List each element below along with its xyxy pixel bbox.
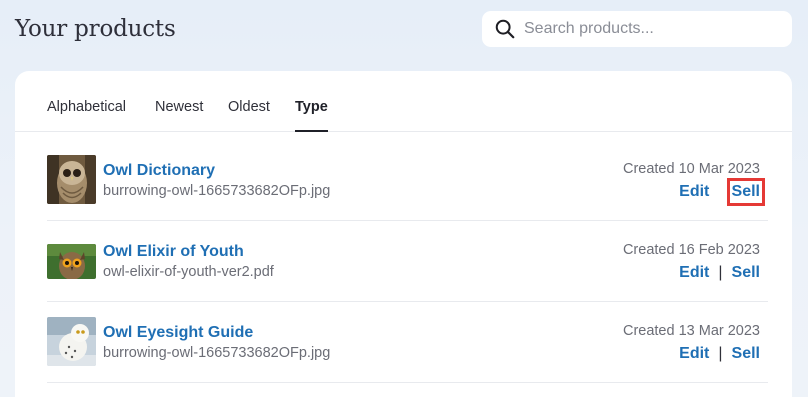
active-tab-indicator [295,130,328,132]
tab-newest[interactable]: Newest [155,99,203,115]
created-date: Created 10 Mar 2023 [622,161,760,177]
product-title-link[interactable]: Owl Eyesight Guide [103,324,253,342]
action-separator: | [718,264,723,281]
product-title-link[interactable]: Owl Dictionary [103,162,215,180]
sell-link[interactable]: Sell [732,345,760,363]
product-thumbnail [47,155,96,204]
sell-link[interactable]: Sell [732,264,760,282]
created-date: Created 13 Mar 2023 [622,323,760,339]
sell-link[interactable]: Sell [726,178,766,206]
edit-link[interactable]: Edit [679,183,709,201]
tab-alphabetical[interactable]: Alphabetical [47,99,126,115]
tab-type[interactable]: Type [295,99,328,115]
product-row: Owl Dictionary burrowing-owl-1665733682O… [47,140,768,221]
tab-oldest[interactable]: Oldest [228,99,270,115]
edit-link[interactable]: Edit [679,345,709,363]
search-bar[interactable] [482,11,792,47]
product-thumbnail [47,317,96,366]
sort-tabs: Alphabetical Newest Oldest Type [15,71,792,132]
product-title-link[interactable]: Owl Elixir of Youth [103,243,244,261]
page-title: Your products [15,16,176,42]
product-filename: burrowing-owl-1665733682OFp.jpg [103,345,331,361]
edit-link[interactable]: Edit [679,264,709,282]
product-filename: burrowing-owl-1665733682OFp.jpg [103,183,331,199]
action-separator: | [718,345,723,362]
product-filename: owl-elixir-of-youth-ver2.pdf [103,264,274,280]
created-date: Created 16 Feb 2023 [622,242,760,258]
products-card: Alphabetical Newest Oldest Type Owl Dict… [15,71,792,397]
search-input[interactable] [524,14,774,44]
product-row: Owl Eyesight Guide burrowing-owl-1665733… [47,302,768,383]
product-thumbnail [47,244,96,279]
search-icon [495,19,515,39]
product-row: Owl Elixir of Youth owl-elixir-of-youth-… [47,221,768,302]
